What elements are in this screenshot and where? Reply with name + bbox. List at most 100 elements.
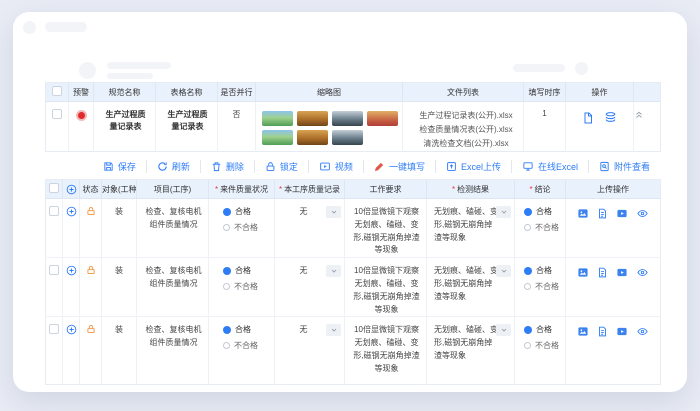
- video-upload-icon[interactable]: [616, 208, 628, 219]
- thumbnail-image[interactable]: [297, 111, 328, 126]
- file-doc-icon[interactable]: [582, 112, 594, 124]
- thumbnail-image[interactable]: [297, 130, 328, 145]
- file-link[interactable]: 清洗检查文档(公开).xlsx: [413, 137, 519, 151]
- incoming-quality-cell: 合格 不合格: [208, 257, 275, 318]
- radio-qualified[interactable]: 合格: [524, 265, 552, 276]
- thumbnail-image[interactable]: [332, 111, 363, 126]
- file-link[interactable]: 生产过程记录表(公开).xlsx: [413, 109, 519, 123]
- video-upload-icon[interactable]: [616, 326, 628, 337]
- radio-qualified[interactable]: 合格: [223, 265, 251, 276]
- collapse-up-icon[interactable]: [634, 109, 660, 119]
- row-checkbox[interactable]: [52, 109, 62, 119]
- plus-circle-icon[interactable]: [66, 265, 77, 276]
- image-upload-icon[interactable]: [577, 267, 589, 278]
- doc-upload-icon[interactable]: [597, 208, 608, 219]
- test-result-cell[interactable]: 无划痕、磕碰、变形,磁钢无崩角掉渣等现象: [426, 198, 515, 259]
- plus-circle-icon[interactable]: [66, 324, 77, 335]
- radio-qualified[interactable]: 合格: [524, 324, 552, 335]
- button-label: 在线Excel: [537, 162, 578, 172]
- row-checkbox[interactable]: [49, 206, 59, 216]
- chevron-down-icon[interactable]: [326, 206, 341, 218]
- radio-unqualified[interactable]: 不合格: [524, 281, 559, 292]
- file-link[interactable]: 检查质量情况表(公开).xlsx: [413, 123, 519, 137]
- add-row-cell[interactable]: [62, 257, 80, 318]
- eye-preview-icon[interactable]: [636, 267, 649, 278]
- refresh-button[interactable]: 刷新: [145, 160, 200, 173]
- add-row-header[interactable]: [62, 179, 80, 199]
- row-select-cell[interactable]: [45, 101, 69, 152]
- doc-upload-icon[interactable]: [597, 326, 608, 337]
- image-upload-icon[interactable]: [577, 208, 589, 219]
- incoming-quality-cell: 合格 不合格: [208, 316, 275, 385]
- excel-upload-button[interactable]: Excel上传: [434, 160, 511, 173]
- project-cell: 检查、复核电机组件质量情况: [136, 257, 209, 318]
- attachment-view-icon: [599, 161, 610, 172]
- one-key-fill-button[interactable]: 一键填写: [362, 160, 435, 173]
- required-mark: *: [529, 184, 533, 194]
- table-name-cell: 生产过程质量记录表: [155, 101, 218, 152]
- select-all-checkbox[interactable]: [52, 86, 62, 96]
- upload-ops-cell: [566, 317, 661, 385]
- process-record-cell[interactable]: 无: [274, 257, 345, 318]
- radio-qualified[interactable]: 合格: [223, 324, 251, 335]
- lock-status-icon: [86, 266, 95, 275]
- work-requirement-header: 工作要求: [344, 179, 427, 199]
- eye-preview-icon[interactable]: [636, 208, 649, 219]
- radio-qualified[interactable]: 合格: [223, 206, 251, 217]
- radio-unqualified[interactable]: 不合格: [524, 340, 559, 351]
- save-button[interactable]: 保存: [93, 160, 146, 173]
- chevron-down-icon[interactable]: [496, 324, 511, 337]
- lock-button[interactable]: 锁定: [253, 160, 308, 173]
- chevron-down-icon[interactable]: [326, 324, 341, 337]
- add-row-cell[interactable]: [62, 316, 80, 385]
- process-record-cell[interactable]: 无: [274, 198, 345, 259]
- object-header: 对象(工种): [101, 179, 137, 199]
- online-excel-button[interactable]: 在线Excel: [510, 160, 588, 173]
- toolbar: 保存 刷新 删除 锁定 视频 一键填写 Excel上传 在线Excel 附件查看: [45, 160, 660, 173]
- select-all-checkbox[interactable]: [49, 183, 59, 193]
- select-all-header[interactable]: [45, 82, 69, 102]
- thumbnail-image[interactable]: [367, 111, 398, 126]
- process-record-cell[interactable]: 无: [274, 316, 345, 385]
- select-value: 无划痕、磕碰、变形,磁钢无崩角掉渣等现象: [434, 266, 498, 301]
- image-upload-icon[interactable]: [577, 326, 589, 337]
- pen-icon: [374, 161, 385, 172]
- warning-header: 预警: [68, 82, 94, 102]
- eye-preview-icon[interactable]: [636, 326, 649, 337]
- test-result-cell[interactable]: 无划痕、磕碰、变形,磁钢无崩角掉渣等现象: [426, 316, 515, 385]
- plus-circle-icon[interactable]: [66, 206, 77, 217]
- thumbnail-image[interactable]: [262, 130, 293, 145]
- attachment-view-button[interactable]: 附件查看: [587, 160, 660, 173]
- thumbnail-image[interactable]: [332, 130, 363, 145]
- layers-icon[interactable]: [604, 111, 617, 124]
- row-select-cell[interactable]: [45, 198, 63, 259]
- test-result-cell[interactable]: 无划痕、磕碰、变形,磁钢无崩角掉渣等现象: [426, 257, 515, 318]
- video-upload-icon[interactable]: [616, 267, 628, 278]
- spec-name-header: 规范名称: [93, 82, 156, 102]
- action-header: 操作: [565, 82, 634, 102]
- conclusion-cell: 合格 不合格: [514, 316, 566, 385]
- plus-circle-icon[interactable]: [66, 184, 77, 195]
- chevron-down-icon[interactable]: [496, 265, 511, 278]
- collapse-cell[interactable]: [634, 102, 661, 152]
- row-checkbox[interactable]: [49, 324, 59, 335]
- doc-upload-icon[interactable]: [597, 267, 608, 278]
- radio-unqualified[interactable]: 不合格: [223, 340, 258, 351]
- object-cell: 装: [101, 257, 137, 318]
- add-row-cell[interactable]: [62, 198, 80, 259]
- row-select-cell[interactable]: [45, 316, 63, 385]
- delete-button[interactable]: 删除: [199, 160, 254, 173]
- thumbnail-image[interactable]: [262, 111, 293, 126]
- radio-selected-icon: [223, 266, 231, 275]
- radio-unqualified[interactable]: 不合格: [223, 281, 258, 292]
- video-button[interactable]: 视频: [307, 160, 363, 173]
- row-checkbox[interactable]: [49, 265, 59, 276]
- chevron-down-icon[interactable]: [496, 206, 511, 218]
- radio-unqualified[interactable]: 不合格: [524, 222, 559, 233]
- fill-order-cell: 1: [523, 101, 566, 152]
- radio-unqualified[interactable]: 不合格: [223, 222, 258, 233]
- radio-qualified[interactable]: 合格: [524, 206, 552, 217]
- chevron-down-icon[interactable]: [326, 265, 341, 278]
- row-select-cell[interactable]: [45, 257, 63, 318]
- select-all-header[interactable]: [45, 179, 63, 199]
